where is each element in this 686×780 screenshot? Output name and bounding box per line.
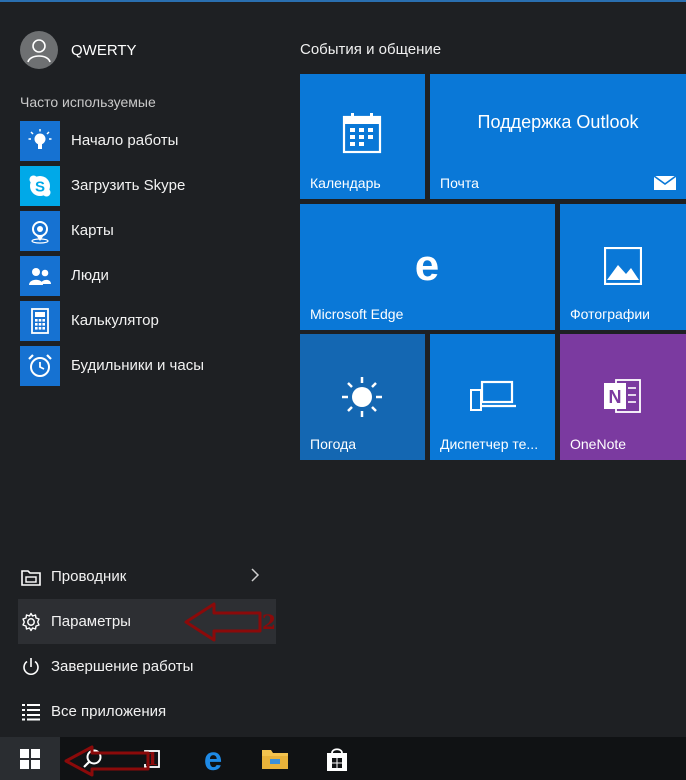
skype-icon: S [20, 165, 60, 206]
tile-mail[interactable]: Поддержка Outlook Почта [430, 74, 686, 199]
all-apps-label: Все приложения [51, 703, 167, 720]
power-item[interactable]: Завершение работы [0, 644, 280, 689]
power-label: Завершение работы [51, 658, 194, 675]
store-bag-icon [327, 747, 347, 771]
user-name: QWERTY [71, 41, 137, 59]
chevron-right-icon[interactable] [250, 567, 260, 583]
app-item-calculator[interactable]: Калькулятор [20, 298, 280, 343]
start-bottom-list: Проводник Параметры Завершение работы Вс… [0, 554, 280, 734]
app-item-get-started[interactable]: Начало работы [20, 118, 280, 163]
file-explorer-icon [20, 566, 42, 588]
tile-mail-headline: Поддержка Outlook [477, 112, 639, 132]
list-icon [20, 701, 42, 723]
photo-icon [604, 247, 642, 285]
tile-mail-label: Почта [440, 175, 479, 191]
app-label: Карты [71, 222, 114, 239]
user-account[interactable]: QWERTY [20, 30, 137, 70]
annotation-arrow-2 [184, 602, 262, 642]
tile-calendar[interactable]: Календарь [300, 74, 425, 199]
svg-text:N: N [609, 387, 622, 407]
svg-text:e: e [415, 247, 439, 287]
app-label: Люди [71, 267, 109, 284]
start-menu: QWERTY Часто используемые Начало работы [0, 2, 686, 737]
app-item-maps[interactable]: Карты [20, 208, 280, 253]
svg-text:S: S [35, 178, 45, 195]
edge-icon: e [415, 247, 439, 287]
lightbulb-icon [20, 120, 60, 161]
tile-onenote[interactable]: N OneNote [560, 334, 686, 460]
onenote-icon: N [604, 379, 641, 413]
annotation-arrow-1 [64, 745, 150, 777]
tile-weather-label: Погода [310, 436, 357, 452]
gear-icon [20, 611, 42, 633]
tile-phone-companion[interactable]: Диспетчер те... [430, 334, 555, 460]
taskbar: e 1 [0, 737, 686, 780]
windows-logo-icon [20, 748, 40, 769]
frequent-apps-list: Начало работы S Загрузить Skype Карты Лю… [20, 118, 280, 388]
settings-label: Параметры [51, 613, 131, 630]
mail-envelope-icon [654, 176, 676, 190]
frequent-apps-header: Часто используемые [20, 94, 156, 110]
file-explorer-item[interactable]: Проводник [0, 554, 280, 599]
app-item-alarms[interactable]: Будильники и часы [20, 343, 280, 388]
user-avatar-icon [20, 31, 58, 69]
app-item-people[interactable]: Люди [20, 253, 280, 298]
taskbar-store-button[interactable] [314, 737, 360, 780]
start-button[interactable] [0, 737, 60, 780]
folder-icon [262, 749, 288, 769]
app-label: Начало работы [71, 132, 179, 149]
tile-group-title[interactable]: События и общение [300, 41, 441, 58]
alarm-clock-icon [20, 345, 60, 386]
tile-onenote-label: OneNote [570, 436, 627, 452]
tile-edge-label: Microsoft Edge [310, 306, 404, 322]
tile-weather[interactable]: Погода [300, 334, 425, 460]
edge-icon: e [204, 745, 222, 773]
annotation-number-2: 2 [262, 610, 276, 634]
app-label: Калькулятор [71, 312, 159, 329]
annotation-number-1: 1 [146, 749, 159, 770]
svg-text:e: e [204, 745, 222, 773]
tile-edge[interactable]: e Microsoft Edge [300, 204, 555, 330]
file-explorer-label: Проводник [51, 568, 127, 585]
all-apps-item[interactable]: Все приложения [0, 689, 280, 734]
app-label: Загрузить Skype [71, 177, 186, 194]
taskbar-edge-button[interactable]: e [190, 737, 236, 780]
app-item-skype[interactable]: S Загрузить Skype [20, 163, 280, 208]
phone-laptop-icon [470, 380, 516, 411]
app-label: Будильники и часы [71, 357, 204, 374]
tile-photos[interactable]: Фотографии [560, 204, 686, 330]
calculator-icon [20, 300, 60, 341]
taskbar-explorer-button[interactable] [252, 737, 298, 780]
tile-phone-companion-label: Диспетчер те... [440, 436, 539, 452]
calendar-icon [342, 113, 382, 154]
maps-icon [20, 210, 60, 251]
power-icon [20, 656, 42, 678]
sun-icon [342, 377, 382, 417]
tile-photos-label: Фотографии [570, 306, 651, 322]
tile-calendar-label: Календарь [310, 175, 381, 191]
people-icon [20, 255, 60, 296]
